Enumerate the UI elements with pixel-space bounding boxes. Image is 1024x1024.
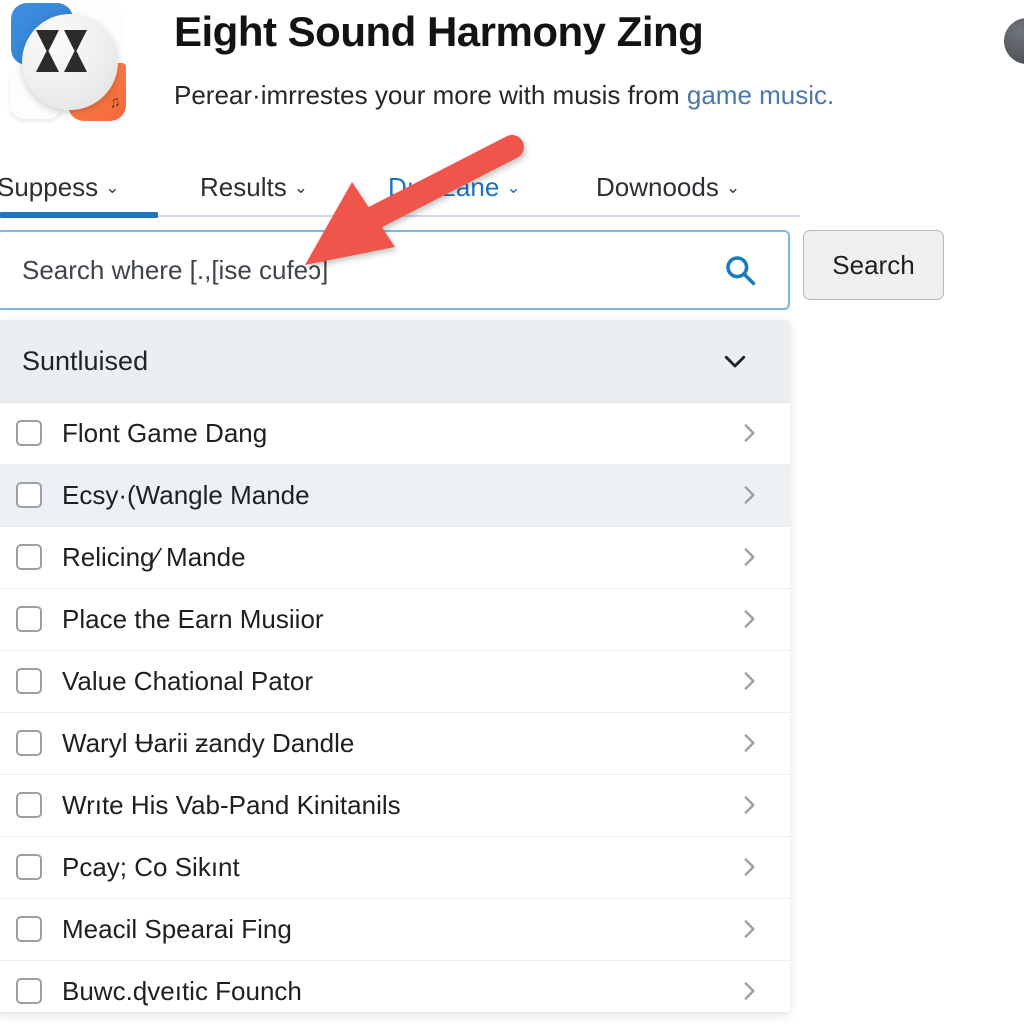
page-header: ♪ ♫ Eight Sound Harmony Zing Perear·imrr… (0, 0, 1024, 160)
results-section-title: Suntluised (22, 346, 149, 376)
list-item-label: Flont Game Dang (62, 418, 268, 448)
list-item-label: Value Chational Pator (62, 666, 314, 696)
list-item-label: Place the Earn Musiior (62, 604, 324, 634)
chevron-right-icon[interactable] (736, 916, 762, 942)
app-root: ♪ ♫ Eight Sound Harmony Zing Perear·imrr… (0, 0, 1024, 1024)
list-item[interactable]: Relicinɡ⁄ Mande (0, 527, 790, 589)
nav-active-indicator (0, 212, 158, 218)
chevron-right-icon[interactable] (736, 482, 762, 508)
tab-suppess[interactable]: Suppess ⌄ (0, 163, 119, 211)
tab-suppess-label: Suppess (0, 172, 99, 202)
chevron-down-icon[interactable] (720, 346, 750, 376)
list-item-label: Meacil Spearai Fing (62, 914, 292, 944)
page-title: Eight Sound Harmony Zing (174, 8, 704, 55)
list-item-label: Wrıte His Vab-Pand Kinitanils (62, 790, 401, 820)
list-item-label: Pcay; Co Sikınt (62, 852, 240, 882)
chevron-right-icon[interactable] (736, 978, 762, 1004)
list-item[interactable]: Place the Earn Musiior (0, 589, 790, 651)
page-subtitle: Perear·imrrestes your more with musis fr… (174, 80, 834, 111)
row-checkbox[interactable] (16, 482, 42, 508)
nav-tabs: Suppess ⌄ Results ⌄ Dıpezane ⌄ Downoods ⌄ (0, 163, 1024, 221)
search-input-placeholder: Search where [.,[ise cufeɔ] (22, 255, 329, 285)
tab-dipezane[interactable]: Dıpezane ⌄ (388, 163, 521, 211)
list-item-label: Waryl Ʉarii ƶandy Dandle (62, 728, 355, 758)
search-input[interactable]: Search where [.,[ise cufeɔ] (0, 230, 790, 310)
results-list: Flont Game Dang Ecsy·(Wangle Mande Relicin… (0, 403, 790, 1012)
list-item[interactable]: Flont Game Dang (0, 403, 790, 465)
row-checkbox[interactable] (16, 606, 42, 632)
chevron-down-icon: ⌄ (105, 178, 120, 197)
list-item[interactable]: Pcay; Co Sikınt (0, 837, 790, 899)
search-icon[interactable] (722, 252, 758, 288)
row-checkbox[interactable] (16, 544, 42, 570)
chevron-down-icon: ⌄ (506, 178, 521, 197)
list-item[interactable]: Wrıte His Vab-Pand Kinitanils (0, 775, 790, 837)
app-logo-icon: ♪ ♫ (8, 3, 126, 123)
tab-downoods-label: Downoods (596, 172, 719, 202)
chevron-right-icon[interactable] (736, 730, 762, 756)
chevron-down-icon: ⌄ (293, 178, 308, 197)
tab-results[interactable]: Results ⌄ (200, 163, 308, 211)
results-panel: Suntluised Flont Game Dang Ecsy·(Wangle M… (0, 320, 790, 1012)
page-subtitle-link[interactable]: game music. (687, 80, 834, 110)
search-button[interactable]: Search (803, 230, 944, 300)
row-checkbox[interactable] (16, 978, 42, 1004)
row-checkbox[interactable] (16, 420, 42, 446)
list-item-label: Buwc.ɖveıtic Founch (62, 976, 302, 1006)
row-checkbox[interactable] (16, 854, 42, 880)
chevron-right-icon[interactable] (736, 668, 762, 694)
list-item[interactable]: Buwc.ɖveıtic Founch (0, 961, 790, 1012)
chevron-right-icon[interactable] (736, 544, 762, 570)
tab-results-label: Results (200, 172, 287, 202)
row-checkbox[interactable] (16, 730, 42, 756)
tab-downoods[interactable]: Downoods ⌄ (596, 163, 740, 211)
user-avatar[interactable] (1004, 18, 1024, 64)
logo-orange-glyph: ♫ (107, 93, 121, 112)
chevron-right-icon[interactable] (736, 420, 762, 446)
chevron-right-icon[interactable] (736, 792, 762, 818)
row-checkbox[interactable] (16, 916, 42, 942)
chevron-right-icon[interactable] (736, 606, 762, 632)
chevron-down-icon: ⌄ (725, 178, 741, 197)
page-subtitle-text: Perear·imrrestes your more with musis fr… (174, 80, 687, 110)
row-checkbox[interactable] (16, 668, 42, 694)
row-checkbox[interactable] (16, 792, 42, 818)
list-item[interactable]: Value Chational Pator (0, 651, 790, 713)
list-item-label: Ecsy·(Wangle Mande (62, 480, 310, 510)
list-item[interactable]: Ecsy·(Wangle Mande (0, 465, 790, 527)
results-section-header[interactable]: Suntluised (0, 320, 790, 403)
chevron-right-icon[interactable] (736, 854, 762, 880)
list-item[interactable]: Waryl Ʉarii ƶandy Dandle (0, 713, 790, 775)
list-item-label: Relicinɡ⁄ Mande (62, 542, 246, 572)
tab-dipezane-label: Dıpezane (388, 172, 500, 202)
list-item[interactable]: Meacil Spearai Fing (0, 899, 790, 961)
